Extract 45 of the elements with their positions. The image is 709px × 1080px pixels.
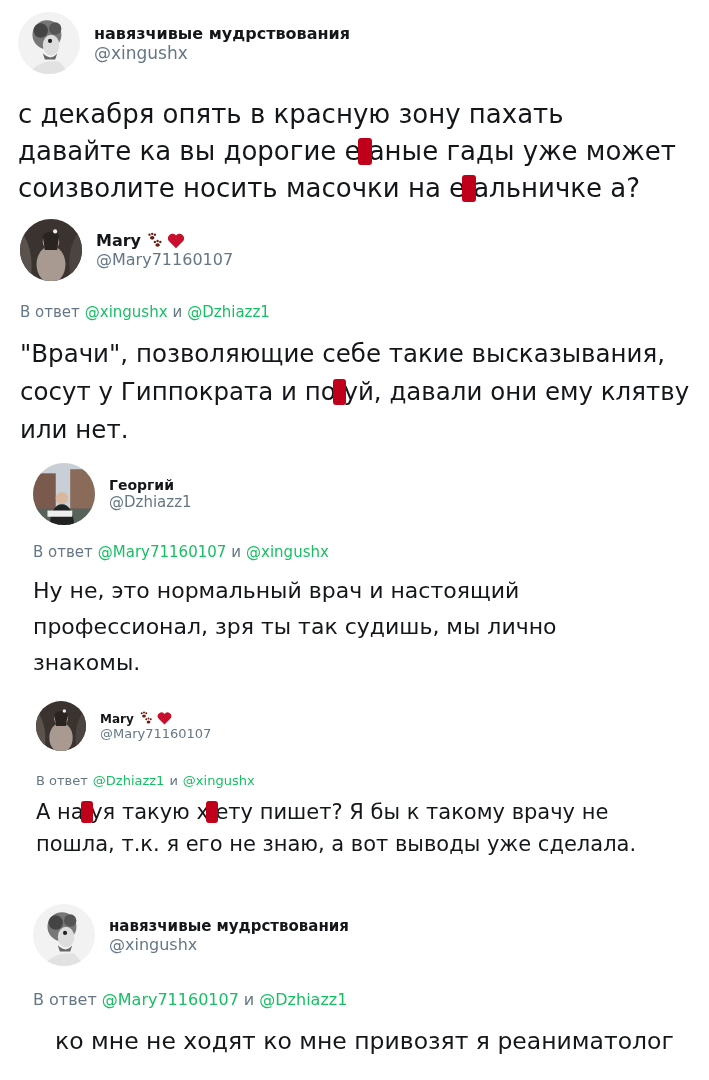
mention-link[interactable]: @xingushx [182, 773, 255, 788]
mention-link[interactable]: @Mary71160107 [97, 543, 227, 561]
tweet-text: ко мне не ходят ко мне привозят я реаниматолог [55, 1027, 674, 1055]
author-name: навязчивые мудрствования [94, 23, 350, 43]
reply-label: В ответ [20, 303, 80, 321]
author-handle: @xingushx [109, 934, 199, 954]
mention-link[interactable]: @xingushx [84, 303, 168, 321]
tweet-text: сосут у Гиппократа и по [20, 377, 336, 406]
mention-link[interactable]: @Dzhiazz1 [259, 990, 348, 1009]
censor-mark [332, 379, 347, 405]
tweet-text: знакомы. [33, 650, 141, 675]
mention-link[interactable]: @Dzhiazz1 [92, 773, 165, 788]
author-name: Mary [96, 231, 142, 250]
mention-link[interactable]: @Dzhiazz1 [187, 303, 270, 321]
censor-mark [206, 801, 218, 824]
reply-label: В ответ [36, 773, 88, 788]
author-name: Mary [100, 711, 134, 726]
censor-mark [81, 801, 93, 824]
tweet-text: профессионал, зря ты так судишь, мы лично [33, 614, 557, 639]
tweet-text: с декабря опять в красную зону пахать [18, 99, 564, 129]
conjunction-text: и [231, 543, 242, 561]
mention-link[interactable]: @Mary71160107 [101, 990, 239, 1009]
conjunction-text: и [169, 773, 178, 788]
author-name: навязчивые мудрствования [109, 916, 349, 935]
author-handle: @xingushx [94, 42, 189, 63]
reply-label: В ответ [33, 990, 97, 1009]
reply-label: В ответ [33, 543, 93, 561]
tweet-text: ету пишет? Я бы к такому врачу не [215, 800, 609, 824]
author-handle: @Dzhiazz1 [109, 493, 192, 511]
conjunction-text: и [172, 303, 183, 321]
tweet-text: Ну не, это нормальный врач и настоящий [33, 578, 520, 603]
author-handle: @Mary71160107 [100, 726, 212, 741]
conjunction-text: и [243, 990, 255, 1009]
tweet-text: "Врачи", позволяющие себе такие высказывания, [20, 339, 665, 368]
heart-icon [156, 711, 172, 726]
censor-mark [461, 174, 477, 203]
tweet-text: пошла, т.к. я его не знаю, а вот выводы уже сделала. [36, 832, 637, 856]
mention-link[interactable]: @xingushx [246, 543, 329, 561]
author-handle: @Mary71160107 [96, 250, 234, 269]
author-name: Георгий [109, 477, 174, 493]
heart-icon [167, 231, 186, 250]
tweet-text: аные гады уже может [368, 136, 676, 166]
tweet-text: или нет. [20, 415, 129, 444]
tweet-text: альничке а? [473, 173, 640, 203]
censor-mark [357, 137, 372, 166]
